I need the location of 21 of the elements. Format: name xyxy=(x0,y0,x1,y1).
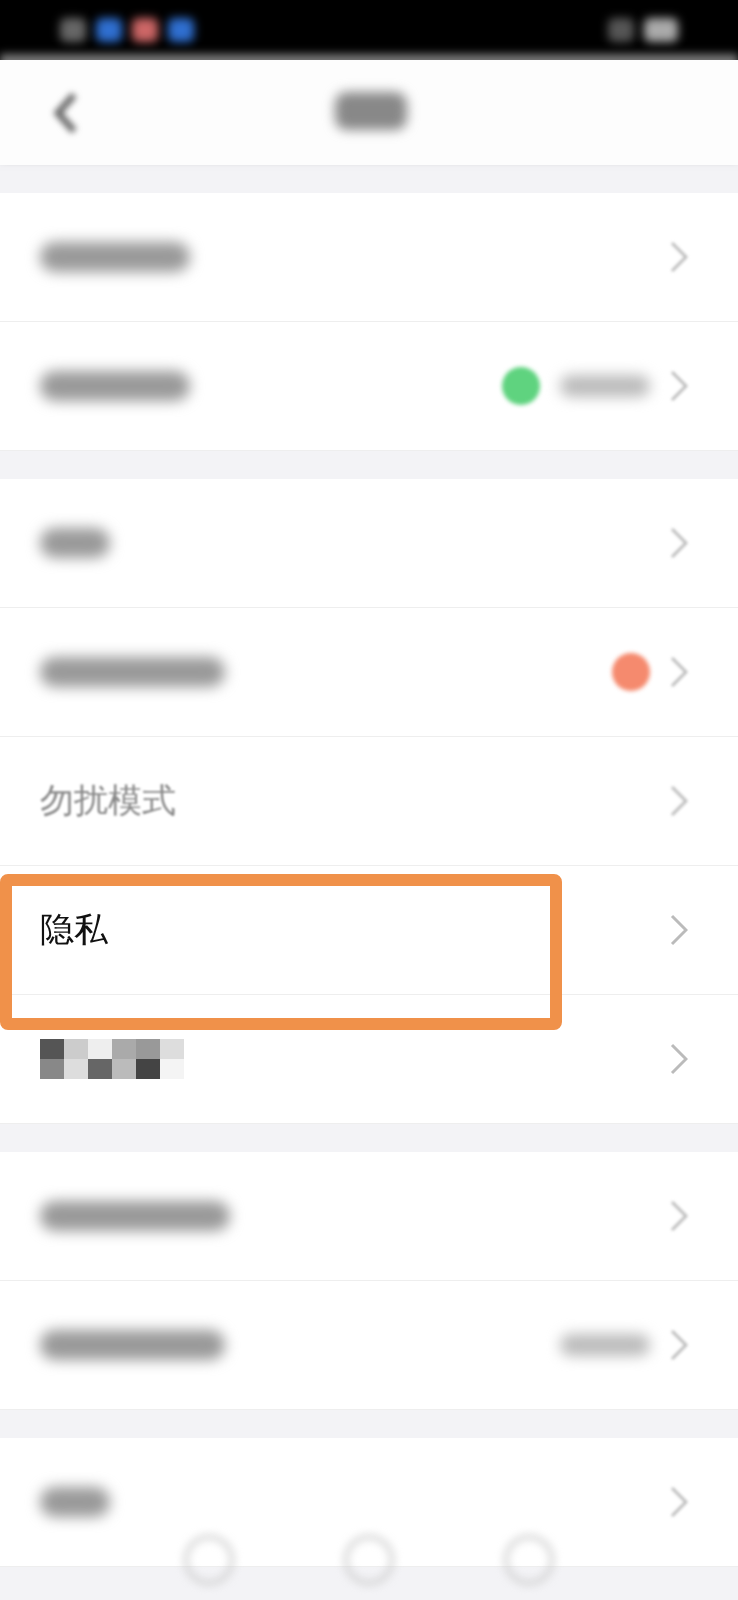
chevron-icon xyxy=(670,1200,688,1232)
settings-row[interactable] xyxy=(0,479,738,608)
chevron-icon xyxy=(670,370,688,402)
settings-row[interactable] xyxy=(0,1152,738,1281)
settings-row[interactable] xyxy=(0,1438,738,1567)
chevron-icon xyxy=(670,527,688,559)
chevron-icon xyxy=(670,785,688,817)
chevron-icon xyxy=(670,914,688,946)
row-label: 隐私 xyxy=(40,908,108,951)
settings-row[interactable]: 隐私 xyxy=(0,866,738,995)
chevron-icon xyxy=(670,1486,688,1518)
settings-row[interactable] xyxy=(0,322,738,451)
settings-row[interactable] xyxy=(0,1281,738,1410)
chevron-icon xyxy=(670,656,688,688)
settings-row[interactable] xyxy=(0,193,738,322)
chevron-icon xyxy=(670,1329,688,1361)
chevron-icon xyxy=(670,241,688,273)
row-label: 勿扰模式 xyxy=(40,779,176,822)
settings-row[interactable] xyxy=(0,608,738,737)
settings-row[interactable] xyxy=(0,995,738,1124)
chevron-icon xyxy=(670,1043,688,1075)
